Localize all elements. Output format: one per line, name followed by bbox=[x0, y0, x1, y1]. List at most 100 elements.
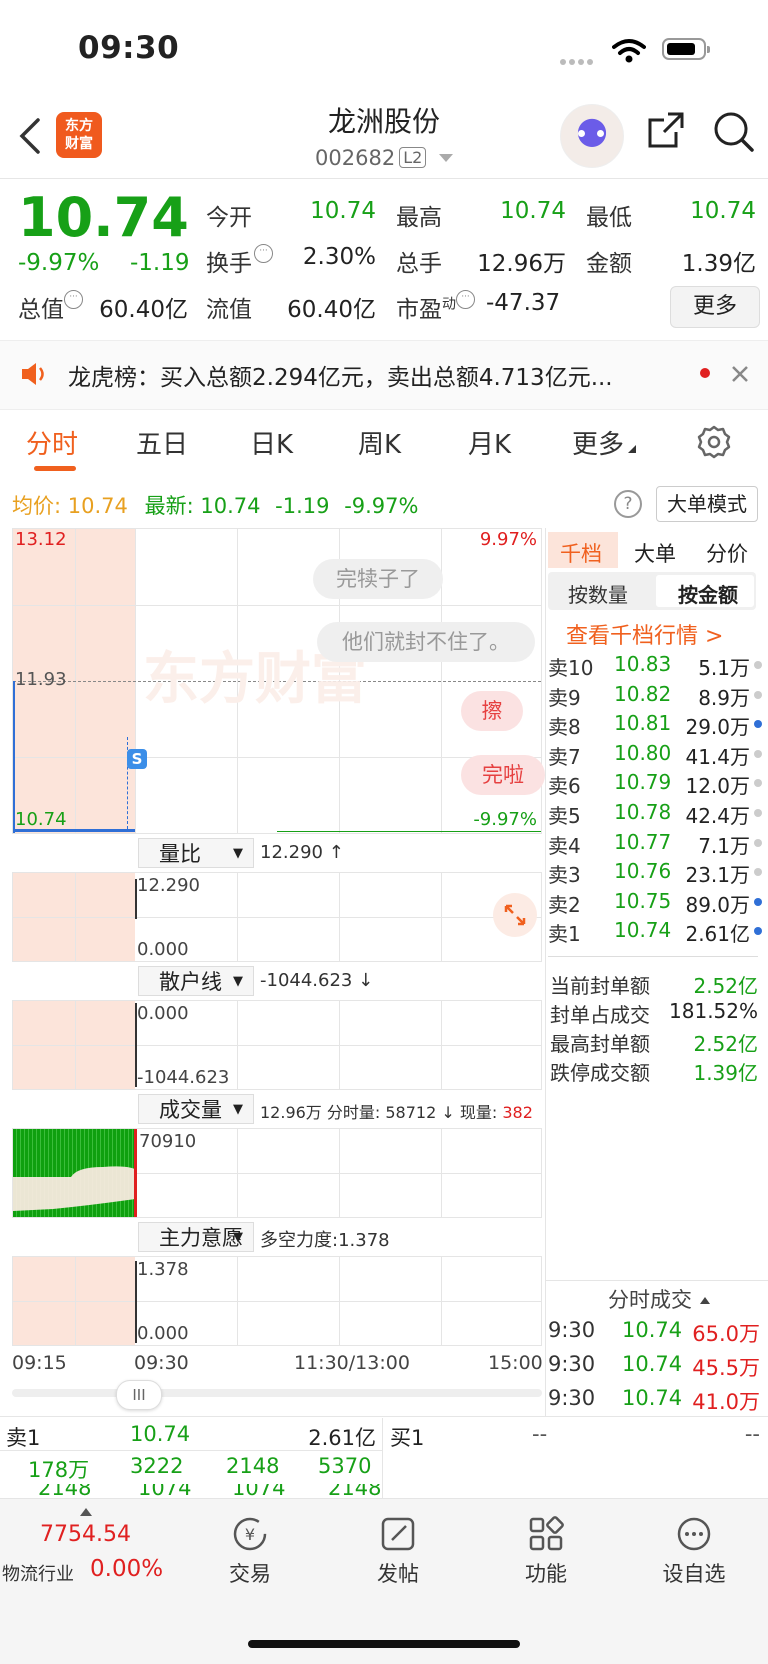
amount-label: 金额 bbox=[586, 251, 632, 277]
ask-row[interactable]: 卖1 10.74 2.61亿 bbox=[548, 918, 762, 948]
pe-label[interactable]: 市盈动 ··· bbox=[396, 290, 475, 324]
help-icon[interactable]: ? bbox=[614, 490, 642, 518]
trade-row: 9:30 10.74 41.0万 bbox=[548, 1386, 762, 1420]
unread-dot bbox=[700, 368, 710, 378]
ask-row[interactable]: 卖6 10.79 12.0万 bbox=[548, 770, 762, 800]
high-label: 最高 bbox=[396, 205, 442, 231]
retail-line-chart: 0.000 -1044.623 bbox=[12, 1000, 542, 1090]
tab-price-distribution[interactable]: 分价 bbox=[706, 538, 748, 568]
ask-price: 10.78 bbox=[614, 799, 672, 824]
x-label-midday: 11:30/13:00 bbox=[294, 1352, 410, 1374]
index-change: 0.00% bbox=[90, 1556, 164, 1582]
ask-row[interactable]: 卖8 10.81 29.0万 bbox=[548, 711, 762, 741]
level-detail-row2: 2148 1074 1074 2148 bbox=[38, 1484, 382, 1498]
intraday-trades: 9:30 10.74 65.0万 9:30 10.74 45.5万 9:30 10.74 41.… bbox=[548, 1318, 762, 1420]
tab-daily-k[interactable]: 日K bbox=[250, 424, 293, 461]
battery-icon bbox=[662, 38, 710, 60]
tab-weekly-k[interactable]: 周K bbox=[358, 424, 401, 461]
sub-tab-by-amount[interactable]: 按金额 bbox=[678, 579, 738, 608]
open-value: 10.74 bbox=[310, 198, 376, 224]
ask-label: 卖7 bbox=[548, 744, 581, 769]
price-chart[interactable]: S 东方财富 13.12 11.93 10.74 9.97% -9.97% 完犊… bbox=[12, 528, 545, 834]
index-name[interactable]: 物流行业 bbox=[2, 1560, 74, 1586]
speaker-icon bbox=[22, 363, 44, 385]
change-percent: -9.97% bbox=[18, 250, 100, 276]
level-detail-value: 2148 bbox=[226, 1454, 280, 1478]
ask-row[interactable]: 卖7 10.80 41.4万 bbox=[548, 741, 762, 771]
intraday-trades-title[interactable]: 分时成交 bbox=[608, 1284, 710, 1314]
scroll-handle[interactable]: III bbox=[116, 1380, 162, 1410]
nav-add-watchlist[interactable]: 设自选 bbox=[654, 1516, 734, 1588]
market-cap-label[interactable]: 总值 ··· bbox=[18, 290, 83, 324]
expand-icon[interactable] bbox=[493, 893, 537, 937]
tab-thousand-level[interactable]: 千档 bbox=[560, 538, 602, 568]
trade-volume: 65.0万 bbox=[692, 1322, 760, 1346]
nav-post[interactable]: 发帖 bbox=[358, 1516, 438, 1588]
info-dots-icon[interactable]: ··· bbox=[254, 244, 273, 263]
search-icon[interactable] bbox=[712, 110, 756, 154]
ask-row[interactable]: 卖10 10.83 5.1万 bbox=[548, 652, 762, 682]
info-dots-icon[interactable]: ··· bbox=[64, 290, 83, 309]
order-dot-icon bbox=[754, 749, 762, 758]
indicator-select-main-force[interactable]: 主力意愿 ▼ bbox=[138, 1222, 254, 1252]
sub-tab-by-quantity[interactable]: 按数量 bbox=[568, 579, 628, 608]
last-price: 10.74 bbox=[18, 186, 189, 249]
seal-stat-row: 跌停成交额 1.39亿 bbox=[548, 1057, 760, 1086]
volume-overlay bbox=[13, 1129, 135, 1217]
price-low-label: 10.74 bbox=[15, 809, 67, 830]
ask-row[interactable]: 卖4 10.77 7.1万 bbox=[548, 830, 762, 860]
tab-big-order[interactable]: 大单 bbox=[634, 538, 676, 568]
trade-price: 10.74 bbox=[622, 1318, 683, 1342]
erase-button[interactable]: 擦 bbox=[461, 691, 523, 731]
ask-volume: 2.61亿 bbox=[685, 922, 750, 947]
price-mid-label: 11.93 bbox=[15, 669, 67, 690]
nav-trade[interactable]: ¥ 交易 bbox=[210, 1516, 290, 1588]
x-label-0930: 09:30 bbox=[134, 1352, 189, 1374]
status-time: 09:30 bbox=[78, 30, 180, 66]
tab-more[interactable]: 更多 bbox=[572, 424, 637, 461]
volume-ratio-chart: 12.290 0.000 bbox=[12, 872, 542, 962]
news-text[interactable]: 龙虎榜：买入总额2.294亿元，卖出总额4.713亿元... bbox=[68, 358, 613, 392]
seal-stat-row: 封单占成交 181.52% bbox=[548, 999, 760, 1028]
amount-value: 1.39亿 bbox=[681, 251, 756, 277]
order-dot-icon bbox=[754, 897, 762, 906]
turnover-value: 2.30% bbox=[302, 244, 376, 270]
indicator-select-retail-line[interactable]: 散户线 ▼ bbox=[138, 966, 254, 996]
level-buy1-price: -- bbox=[532, 1422, 548, 1446]
indicator-select-volume[interactable]: 成交量 ▼ bbox=[138, 1094, 254, 1124]
expand-up-icon[interactable] bbox=[80, 1508, 92, 1516]
ask-price: 10.80 bbox=[614, 740, 672, 765]
index-value[interactable]: 7754.54 bbox=[40, 1522, 131, 1547]
divider bbox=[0, 178, 768, 179]
chart-scrollbar[interactable] bbox=[12, 1389, 542, 1397]
tab-monthly-k[interactable]: 月K bbox=[468, 424, 511, 461]
wifi-icon bbox=[612, 39, 646, 63]
tab-five-day[interactable]: 五日 bbox=[136, 424, 188, 461]
seal-stat-value: 2.52亿 bbox=[693, 1032, 758, 1056]
x-label-0915: 09:15 bbox=[12, 1352, 67, 1374]
turnover-label[interactable]: 换手 ··· bbox=[206, 244, 273, 278]
indicator-select-volume-ratio[interactable]: 量比 ▼ bbox=[138, 838, 254, 868]
retail-line-top-label: 0.000 bbox=[137, 1003, 189, 1024]
assistant-robot-icon[interactable] bbox=[560, 104, 624, 168]
settings-gear-icon[interactable] bbox=[696, 424, 732, 460]
volume-value: 12.96万 bbox=[477, 251, 566, 277]
more-quote-button[interactable]: 更多 bbox=[670, 286, 760, 328]
s-marker-icon[interactable]: S bbox=[127, 749, 147, 769]
view-thousand-level-link[interactable]: 查看千档行情 > bbox=[566, 618, 723, 650]
info-dots-icon[interactable]: ··· bbox=[456, 290, 475, 309]
level-detail-value: 178万 bbox=[28, 1458, 90, 1482]
nav-functions[interactable]: 功能 bbox=[506, 1516, 586, 1588]
ask-row[interactable]: 卖2 10.75 89.0万 bbox=[548, 889, 762, 919]
close-icon[interactable] bbox=[730, 364, 750, 384]
ask-row[interactable]: 卖9 10.82 8.9万 bbox=[548, 682, 762, 712]
share-icon[interactable] bbox=[646, 110, 686, 150]
seal-stat-row: 最高封单额 2.52亿 bbox=[548, 1028, 760, 1057]
danmaku-bubble: 完犊子了 bbox=[313, 559, 443, 599]
big-order-mode-button[interactable]: 大单模式 bbox=[656, 486, 758, 522]
done-button[interactable]: 完啦 bbox=[461, 755, 545, 795]
ask-row[interactable]: 卖5 10.78 42.4万 bbox=[548, 800, 762, 830]
order-dot-icon bbox=[754, 808, 762, 817]
ask-row[interactable]: 卖3 10.76 23.1万 bbox=[548, 859, 762, 889]
tab-intraday[interactable]: 分时 bbox=[26, 424, 78, 461]
